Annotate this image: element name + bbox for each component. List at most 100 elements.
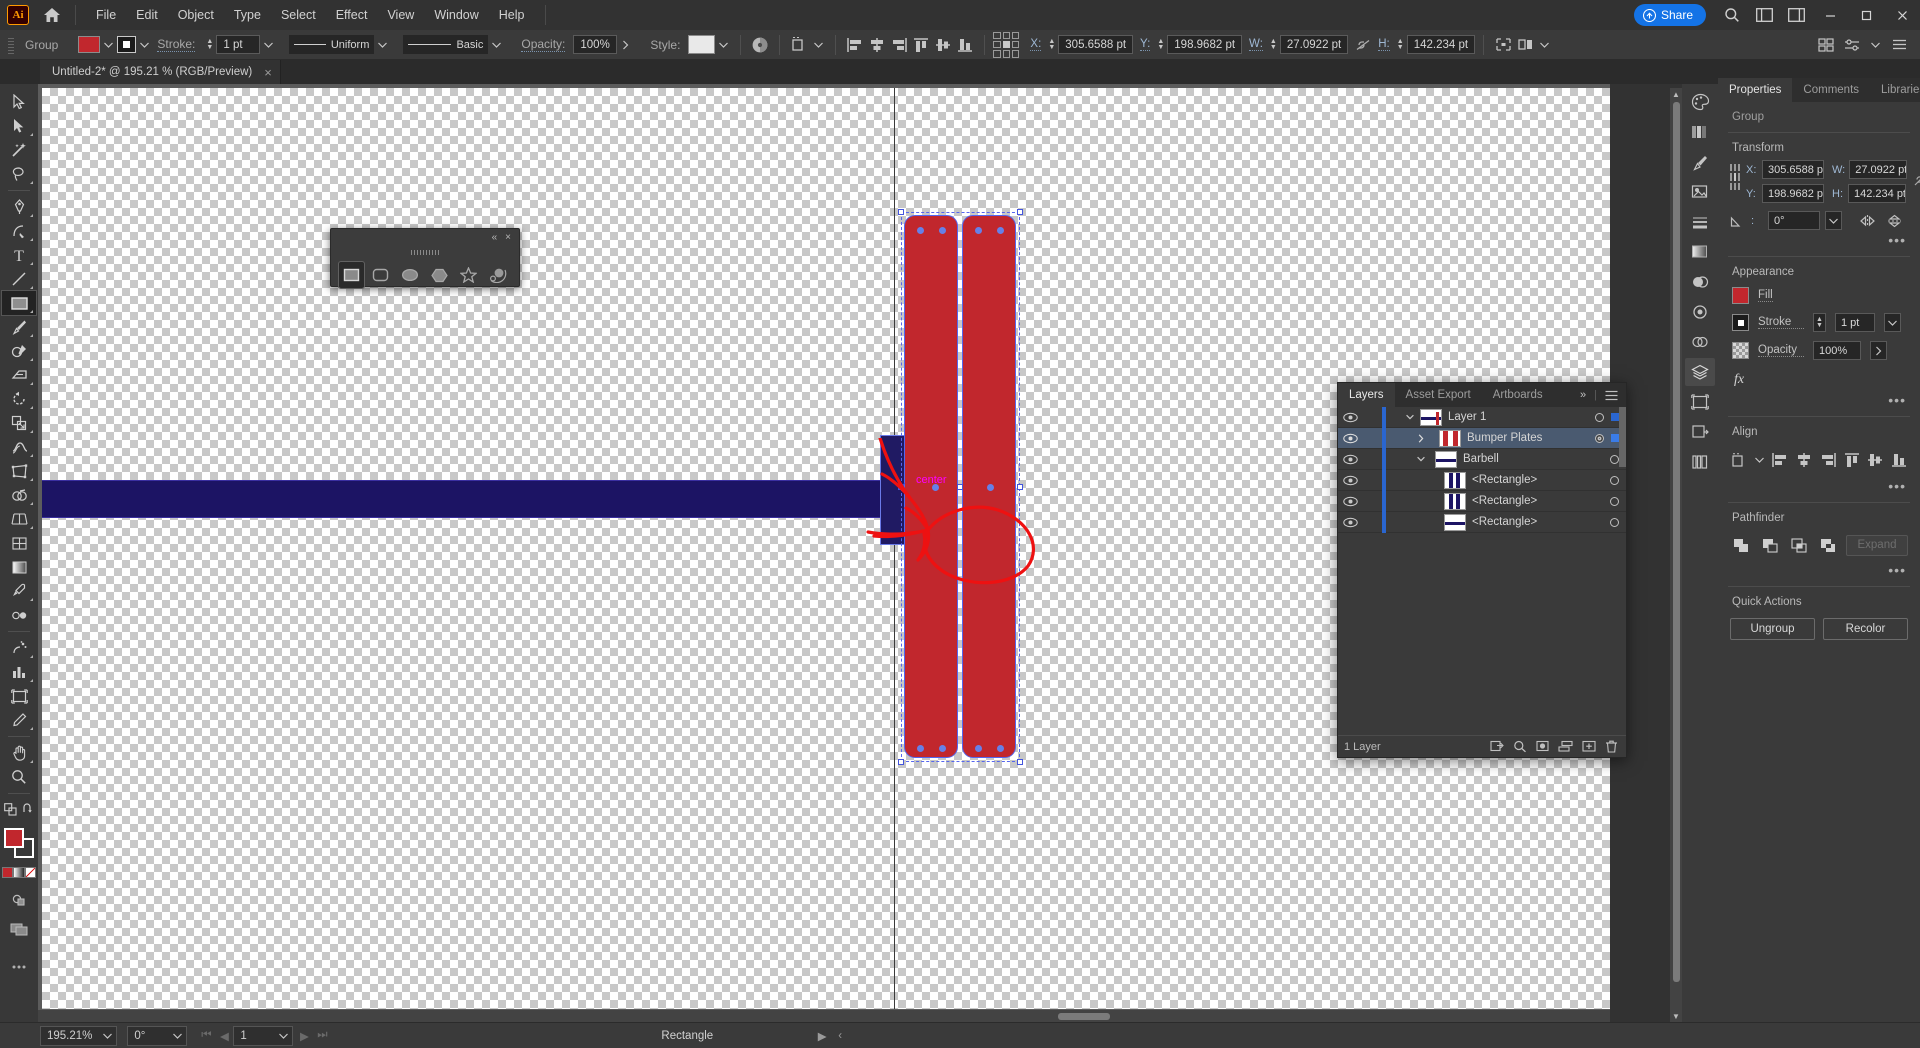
width-tool[interactable] bbox=[2, 435, 36, 459]
polygon-tool-icon[interactable] bbox=[427, 262, 452, 288]
collapse-icon[interactable]: « bbox=[492, 232, 498, 243]
document-setup-icon[interactable] bbox=[1815, 34, 1837, 56]
fill-and-stroke-swatches[interactable] bbox=[2, 826, 36, 860]
align-right-icon[interactable] bbox=[888, 34, 910, 56]
brush-definition-preview[interactable]: Basic bbox=[403, 35, 489, 54]
align-to-selection-icon[interactable] bbox=[1728, 448, 1750, 472]
search-icon[interactable] bbox=[1716, 0, 1748, 30]
layers-scroll-thumb[interactable] bbox=[1619, 407, 1626, 467]
target-indicator[interactable] bbox=[1610, 496, 1619, 506]
libraries-panel-icon[interactable] bbox=[1685, 448, 1715, 476]
barbell-shaft-shape[interactable] bbox=[42, 480, 908, 518]
layer-name[interactable]: Barbell bbox=[1463, 453, 1610, 465]
align-to-dropdown-icon[interactable] bbox=[1752, 451, 1767, 470]
stroke-weight-dropdown-icon[interactable] bbox=[260, 35, 277, 54]
opacity-expand-icon[interactable] bbox=[1870, 341, 1887, 360]
collapse-icon[interactable]: » bbox=[1580, 389, 1586, 401]
color-swatch-icon[interactable] bbox=[2, 867, 14, 878]
symbol-sprayer-tool[interactable] bbox=[2, 636, 36, 660]
color-mode-swatches[interactable] bbox=[2, 867, 36, 878]
column-graph-tool[interactable] bbox=[2, 660, 36, 684]
align-top-icon[interactable] bbox=[910, 34, 932, 56]
hand-tool[interactable] bbox=[2, 741, 36, 765]
align-right-icon[interactable] bbox=[1817, 448, 1839, 472]
eye-icon[interactable] bbox=[1338, 433, 1362, 444]
slice-tool[interactable] bbox=[2, 708, 36, 732]
drawing-mode-icon[interactable] bbox=[2, 887, 36, 911]
zoom-tool[interactable] bbox=[2, 765, 36, 789]
stroke-profile-preview[interactable]: Uniform bbox=[289, 35, 375, 54]
artboard-next-icon[interactable]: ▶ bbox=[295, 1026, 313, 1046]
rectangle-tool-icon[interactable] bbox=[337, 261, 366, 289]
minus-front-icon[interactable] bbox=[1759, 534, 1781, 556]
shape-tool-flyout-panel[interactable]: « × bbox=[330, 228, 520, 289]
selection-indicator-square[interactable] bbox=[1611, 413, 1619, 421]
flip-vertical-icon[interactable] bbox=[1886, 214, 1903, 228]
document-tab[interactable]: Untitled-2* @ 195.21 % (RGB/Preview) × bbox=[40, 60, 281, 84]
type-tool[interactable]: T bbox=[2, 243, 36, 267]
target-indicator[interactable] bbox=[1595, 412, 1604, 422]
select-similar-dropdown-icon[interactable] bbox=[1536, 35, 1553, 54]
anchor-point[interactable] bbox=[939, 227, 946, 234]
rectangle-tool[interactable] bbox=[1, 290, 37, 316]
rotate-view-dropdown-icon[interactable] bbox=[168, 1026, 186, 1046]
appearance-panel-icon[interactable] bbox=[1685, 298, 1715, 326]
fill-color-swatch[interactable] bbox=[78, 36, 101, 53]
exclude-icon[interactable] bbox=[1817, 534, 1839, 556]
close-icon[interactable]: × bbox=[264, 65, 272, 80]
recolor-button[interactable]: Recolor bbox=[1823, 618, 1908, 640]
tab-artboards[interactable]: Artboards bbox=[1482, 383, 1554, 407]
rotate-view-combo[interactable]: 0° bbox=[127, 1025, 188, 1046]
align-vertical-center-icon[interactable] bbox=[932, 34, 954, 56]
gradient-tool[interactable] bbox=[2, 555, 36, 579]
align-left-icon[interactable] bbox=[844, 34, 866, 56]
stroke-weight-spinner[interactable]: ▲ ▼ bbox=[1813, 313, 1826, 332]
flip-horizontal-icon[interactable] bbox=[1859, 214, 1876, 228]
selection-handle[interactable] bbox=[898, 209, 904, 215]
close-icon[interactable]: × bbox=[505, 232, 511, 243]
x-field[interactable]: 305.6588 pt bbox=[1058, 35, 1134, 54]
h-spinner[interactable]: ▲ ▼ bbox=[1394, 35, 1407, 54]
layer-row-rectangle-1[interactable]: <Rectangle> bbox=[1338, 469, 1626, 491]
align-bottom-icon[interactable] bbox=[1888, 448, 1910, 472]
anchor-point[interactable] bbox=[975, 745, 982, 752]
layer-name[interactable]: <Rectangle> bbox=[1472, 474, 1610, 486]
y-field[interactable]: 198.9682 pt bbox=[1167, 35, 1243, 54]
eye-icon[interactable] bbox=[1338, 517, 1362, 528]
eraser-tool[interactable] bbox=[2, 363, 36, 387]
preferences-dropdown-icon[interactable] bbox=[1867, 35, 1884, 54]
opacity-expand-icon[interactable] bbox=[617, 35, 634, 54]
isolate-selected-group-icon[interactable] bbox=[1492, 34, 1514, 56]
stroke-profile-dropdown-icon[interactable] bbox=[374, 35, 391, 54]
curvature-tool[interactable] bbox=[2, 219, 36, 243]
menu-select[interactable]: Select bbox=[271, 4, 326, 26]
horizontal-scroll-thumb[interactable] bbox=[1058, 1013, 1110, 1020]
expand-button[interactable]: Expand bbox=[1846, 534, 1908, 556]
selection-handle[interactable] bbox=[1017, 484, 1023, 490]
layer-row-layer-1[interactable]: Layer 1 bbox=[1338, 406, 1626, 428]
constrain-proportions-unlinked-icon[interactable] bbox=[1913, 172, 1920, 187]
artboard-prev-icon[interactable]: ◀ bbox=[215, 1026, 233, 1046]
selection-handle[interactable] bbox=[1017, 209, 1023, 215]
menu-effect[interactable]: Effect bbox=[326, 4, 378, 26]
align-bottom-icon[interactable] bbox=[954, 34, 976, 56]
layer-row-rectangle-2[interactable]: <Rectangle> bbox=[1338, 490, 1626, 512]
x-field[interactable]: 305.6588 p bbox=[1762, 160, 1824, 179]
rotate-dropdown-icon[interactable] bbox=[1825, 211, 1842, 230]
symbols-panel-icon[interactable] bbox=[1685, 178, 1715, 206]
target-indicator-active[interactable] bbox=[1595, 433, 1604, 443]
line-segment-tool[interactable] bbox=[2, 267, 36, 291]
ellipse-tool-icon[interactable] bbox=[398, 262, 423, 288]
none-swatch-icon[interactable] bbox=[24, 867, 36, 878]
anchor-point[interactable] bbox=[917, 227, 924, 234]
control-bar-grip[interactable] bbox=[6, 35, 15, 54]
brushes-panel-icon[interactable] bbox=[1685, 148, 1715, 176]
chevron-right-icon[interactable] bbox=[1411, 433, 1431, 443]
gradient-panel-icon[interactable] bbox=[1685, 238, 1715, 266]
arrange-documents-icon[interactable] bbox=[1748, 0, 1780, 30]
eye-icon[interactable] bbox=[1338, 496, 1362, 507]
create-sublayer-icon[interactable] bbox=[1557, 738, 1574, 755]
stroke-weight-spinner[interactable]: ▲ ▼ bbox=[203, 35, 216, 54]
y-field[interactable]: 198.9682 p bbox=[1762, 184, 1824, 203]
artboard-first-icon[interactable]: ⏮ bbox=[197, 1026, 215, 1046]
